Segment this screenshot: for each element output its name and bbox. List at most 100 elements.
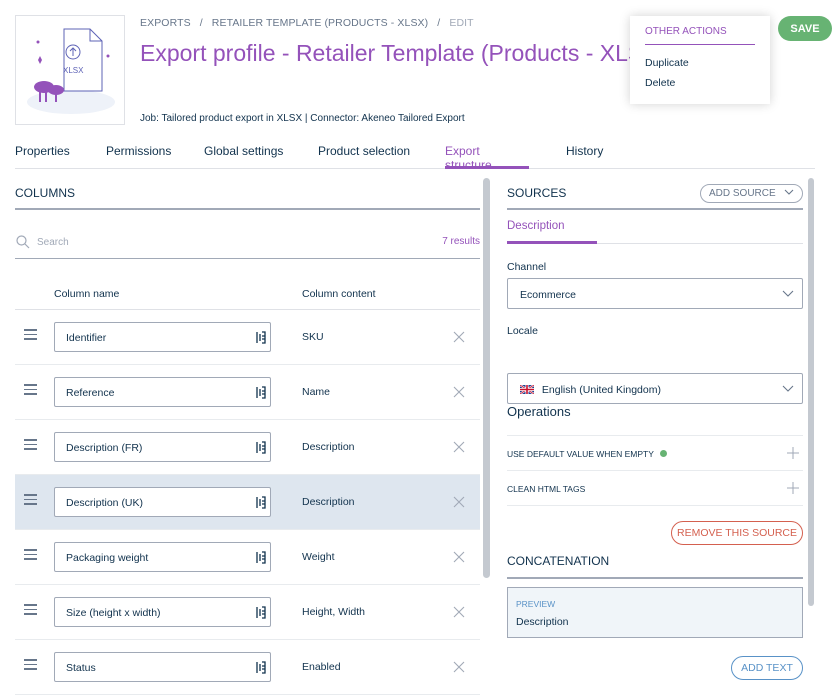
drag-handle-icon[interactable] bbox=[24, 659, 37, 672]
sources-scrollbar[interactable] bbox=[808, 178, 814, 606]
close-icon[interactable] bbox=[453, 606, 465, 618]
search-icon bbox=[16, 235, 30, 249]
close-icon[interactable] bbox=[453, 661, 465, 673]
search-input[interactable] bbox=[37, 234, 337, 250]
column-name-value: Packaging weight bbox=[66, 552, 149, 564]
operation-clean-html[interactable]: CLEAN HTML TAGS bbox=[507, 471, 803, 506]
columns-table-body: Identifier SKU Reference Name Descriptio… bbox=[15, 310, 480, 695]
breadcrumb-edit: EDIT bbox=[449, 17, 474, 29]
remove-source-button[interactable]: REMOVE THIS SOURCE bbox=[671, 521, 803, 545]
active-indicator bbox=[659, 450, 667, 457]
drag-handle-icon[interactable] bbox=[24, 494, 37, 507]
search-bar: 7 results bbox=[15, 228, 480, 259]
column-name-value: Reference bbox=[66, 387, 115, 399]
source-tab-description[interactable]: Description bbox=[507, 216, 597, 244]
translate-icon[interactable] bbox=[256, 386, 266, 399]
column-content: Weight bbox=[302, 551, 335, 563]
other-actions-menu: OTHER ACTIONS Duplicate Delete bbox=[630, 16, 770, 104]
table-row[interactable]: Identifier SKU bbox=[15, 310, 480, 365]
close-icon[interactable] bbox=[453, 386, 465, 398]
column-content: Name bbox=[302, 386, 331, 398]
xlsx-label: XLSX bbox=[63, 66, 84, 75]
export-illustration: XLSX bbox=[15, 15, 125, 125]
table-row[interactable]: Reference Name bbox=[15, 365, 480, 420]
column-name-input[interactable]: Packaging weight bbox=[54, 542, 271, 572]
column-name-input[interactable]: Status bbox=[54, 652, 271, 682]
close-icon[interactable] bbox=[453, 331, 465, 343]
column-name-input[interactable]: Size (height x width) bbox=[54, 597, 271, 627]
column-name-input[interactable]: Identifier bbox=[54, 322, 271, 352]
results-count: 7 results bbox=[442, 236, 480, 247]
translate-icon[interactable] bbox=[256, 661, 266, 674]
preview-value: Description bbox=[516, 616, 569, 628]
source-tabs: Description bbox=[507, 216, 803, 244]
concatenation-preview: PREVIEW Description bbox=[507, 587, 803, 638]
table-row[interactable]: Packaging weight Weight bbox=[15, 530, 480, 585]
translate-icon[interactable] bbox=[256, 331, 266, 344]
columns-table-header: Column name Column content bbox=[15, 276, 480, 310]
column-name-value: Description (FR) bbox=[66, 442, 143, 454]
column-content: Description bbox=[302, 441, 355, 453]
columns-section-title: COLUMNS bbox=[15, 182, 480, 210]
translate-icon[interactable] bbox=[256, 606, 266, 619]
sources-section-title: SOURCES ADD SOURCE bbox=[507, 182, 803, 210]
uk-flag-icon bbox=[520, 385, 534, 394]
sources-title: SOURCES bbox=[507, 186, 567, 200]
breadcrumb-exports-link[interactable]: EXPORTS bbox=[140, 17, 191, 29]
close-icon[interactable] bbox=[453, 496, 465, 508]
close-icon[interactable] bbox=[453, 551, 465, 563]
columns-scrollbar[interactable] bbox=[483, 178, 490, 578]
locale-select[interactable]: English (United Kingdom) bbox=[507, 373, 803, 404]
breadcrumb-separator: / bbox=[437, 17, 441, 29]
other-actions-title[interactable]: OTHER ACTIONS bbox=[645, 26, 755, 45]
preview-label: PREVIEW bbox=[516, 599, 556, 609]
column-name-input[interactable]: Reference bbox=[54, 377, 271, 407]
column-name-value: Size (height x width) bbox=[66, 607, 161, 619]
tab-product-selection[interactable]: Product selection bbox=[318, 138, 410, 169]
operation-default-value[interactable]: USE DEFAULT VALUE WHEN EMPTY bbox=[507, 436, 803, 471]
add-source-button[interactable]: ADD SOURCE bbox=[700, 184, 803, 203]
table-row[interactable]: Description (FR) Description bbox=[15, 420, 480, 475]
save-button[interactable]: SAVE bbox=[778, 16, 832, 41]
tab-permissions[interactable]: Permissions bbox=[106, 138, 171, 169]
operations-list: USE DEFAULT VALUE WHEN EMPTY CLEAN HTML … bbox=[507, 435, 803, 506]
column-content-header: Column content bbox=[302, 288, 376, 300]
tab-global-settings[interactable]: Global settings bbox=[204, 138, 283, 169]
channel-select[interactable]: Ecommerce bbox=[507, 278, 803, 309]
table-row-selected[interactable]: Description (UK) Description bbox=[15, 475, 480, 530]
table-row[interactable]: Status Enabled bbox=[15, 640, 480, 695]
column-name-value: Identifier bbox=[66, 332, 107, 344]
close-icon[interactable] bbox=[453, 441, 465, 453]
column-name-input[interactable]: Description (FR) bbox=[54, 432, 271, 462]
plus-icon[interactable] bbox=[787, 447, 799, 459]
duplicate-menu-item[interactable]: Duplicate bbox=[645, 53, 755, 73]
operation-label: CLEAN HTML TAGS bbox=[507, 484, 586, 494]
table-row[interactable]: Size (height x width) Height, Width bbox=[15, 585, 480, 640]
tab-bar: Properties Permissions Global settings P… bbox=[15, 138, 815, 172]
page-title: Export profile - Retailer Template (Prod… bbox=[140, 40, 667, 66]
column-name-value: Description (UK) bbox=[66, 497, 144, 509]
translate-icon[interactable] bbox=[256, 551, 266, 564]
tab-export-structure[interactable]: Export structure bbox=[445, 138, 529, 172]
tab-history[interactable]: History bbox=[566, 138, 603, 169]
add-source-label: ADD SOURCE bbox=[709, 188, 776, 199]
column-content: Height, Width bbox=[302, 606, 366, 618]
translate-icon[interactable] bbox=[256, 496, 266, 509]
drag-handle-icon[interactable] bbox=[24, 384, 37, 397]
breadcrumb-template-link[interactable]: RETAILER TEMPLATE (PRODUCTS - XLSX) bbox=[212, 17, 428, 29]
plus-icon[interactable] bbox=[787, 482, 799, 494]
tab-properties[interactable]: Properties bbox=[15, 138, 70, 169]
drag-handle-icon[interactable] bbox=[24, 329, 37, 342]
column-content: Enabled bbox=[302, 661, 341, 673]
column-content: Description bbox=[302, 496, 355, 508]
add-text-button[interactable]: ADD TEXT bbox=[731, 656, 803, 680]
chevron-down-icon bbox=[782, 385, 794, 392]
drag-handle-icon[interactable] bbox=[24, 549, 37, 562]
delete-menu-item[interactable]: Delete bbox=[645, 73, 755, 93]
operation-label: USE DEFAULT VALUE WHEN EMPTY bbox=[507, 449, 654, 459]
column-name-input[interactable]: Description (UK) bbox=[54, 487, 271, 517]
translate-icon[interactable] bbox=[256, 441, 266, 454]
breadcrumb-separator: / bbox=[199, 17, 203, 29]
drag-handle-icon[interactable] bbox=[24, 439, 37, 452]
drag-handle-icon[interactable] bbox=[24, 604, 37, 617]
